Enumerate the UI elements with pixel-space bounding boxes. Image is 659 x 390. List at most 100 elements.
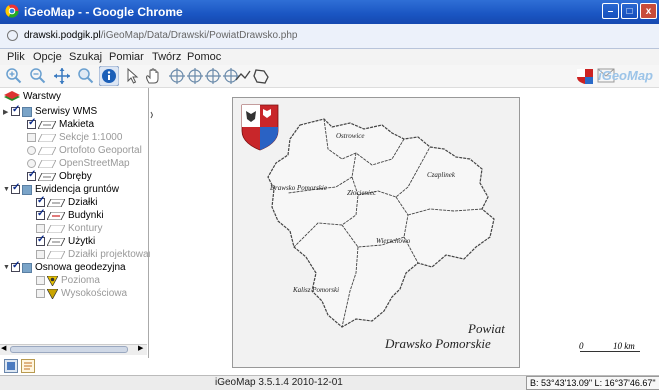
menu-bar: Plik Opcje Szukaj Pomiar Twórz Pomoc	[0, 49, 659, 65]
layer-label: OpenStreetMap	[59, 158, 130, 169]
scale-start-label: 0	[579, 341, 584, 351]
layers-root-icon	[4, 91, 20, 101]
measure-line-icon[interactable]	[186, 67, 204, 85]
layer-label: Działki	[68, 197, 98, 208]
layers-tab-icon[interactable]	[4, 359, 18, 373]
layer-checkbox[interactable]	[36, 234, 45, 246]
polygon-icon[interactable]	[252, 67, 270, 85]
close-button[interactable]: x	[640, 3, 657, 19]
layer-checkbox[interactable]	[27, 117, 36, 129]
measure-point-icon[interactable]	[168, 67, 186, 85]
collapse-arrow-icon[interactable]: ▼	[3, 264, 11, 271]
measure-area-icon[interactable]	[204, 67, 222, 85]
menu-tworz[interactable]: Twórz	[152, 51, 181, 63]
layer-icon	[38, 120, 56, 129]
layer-sekcje[interactable]: Sekcje 1:1000	[27, 131, 122, 144]
map-label-kalisz: Kalisz Pomorski	[293, 286, 340, 294]
layer-label: Wysokościowa	[61, 288, 128, 299]
layer-pozioma[interactable]: Pozioma	[36, 274, 100, 287]
info-icon[interactable]	[99, 66, 119, 86]
layer-icon	[47, 211, 65, 220]
tree-root-label: Warstwy	[23, 91, 61, 102]
scroll-thumb[interactable]	[10, 346, 128, 353]
layer-radio[interactable]	[27, 146, 36, 155]
address-bar[interactable]: drawski.podgik.pl/iGeoMap/Data/Drawski/P…	[0, 24, 659, 49]
district-boundary	[267, 118, 495, 328]
map-caption-name: Drawsko Pomorskie	[385, 336, 491, 351]
url-text[interactable]: drawski.podgik.pl/iGeoMap/Data/Drawski/P…	[24, 30, 297, 41]
layer-kontury[interactable]: Kontury	[36, 222, 102, 235]
layer-checkbox[interactable]	[36, 250, 45, 259]
minimize-button[interactable]: –	[602, 3, 619, 19]
legend-tab-icon[interactable]	[21, 359, 35, 373]
zoom-extent-icon[interactable]	[77, 67, 95, 85]
layer-radio[interactable]	[27, 159, 36, 168]
layer-label: Działki projektowane	[68, 249, 156, 260]
hand-icon[interactable]	[144, 67, 162, 85]
collapse-arrow-icon[interactable]: ▼	[3, 186, 11, 193]
panel-splitter-icon[interactable]	[150, 110, 153, 126]
map-coat-of-arms-icon	[241, 104, 279, 151]
layer-openstreetmap[interactable]: OpenStreetMap	[27, 157, 130, 170]
layer-icon	[47, 224, 65, 233]
triangle-down-icon	[47, 288, 58, 299]
group-icon	[22, 262, 32, 273]
zoom-in-icon[interactable]	[5, 67, 23, 85]
layer-checkbox[interactable]	[27, 169, 36, 181]
layer-label: Osnowa geodezyjna	[35, 262, 126, 273]
expand-arrow-icon[interactable]: ▶	[3, 108, 11, 116]
scale-bar	[580, 351, 640, 352]
layer-label: Serwisy WMS	[35, 106, 98, 117]
layer-ewidencja[interactable]: ▼ Ewidencja gruntów	[3, 182, 119, 196]
menu-pomoc[interactable]: Pomoc	[187, 51, 221, 63]
layer-checkbox[interactable]	[27, 133, 36, 142]
layer-makieta[interactable]: Makieta	[27, 117, 94, 131]
map-label-wierzchowo: Wierzchowo	[376, 237, 411, 245]
layer-wysokosciowa[interactable]: Wysokościowa	[36, 287, 127, 300]
layer-budynki[interactable]: Budynki	[36, 208, 104, 222]
version-text: iGeoMap 3.5.1.4 2010-12-01	[215, 377, 343, 388]
layer-obreby[interactable]: Obręby	[27, 169, 92, 183]
pan-icon[interactable]	[53, 67, 71, 85]
scale-end-label: 10 km	[613, 341, 635, 351]
layer-checkbox[interactable]	[11, 104, 20, 116]
layer-uzytki[interactable]: Użytki	[36, 234, 95, 248]
scroll-left-icon[interactable]: ◀	[1, 344, 6, 352]
layer-dzialki-projektowane[interactable]: Działki projektowane	[36, 248, 156, 261]
menu-pomiar[interactable]: Pomiar	[109, 51, 144, 63]
layer-checkbox[interactable]	[36, 289, 45, 298]
polyline-icon[interactable]	[234, 67, 252, 85]
menu-plik[interactable]: Plik	[7, 51, 25, 63]
layer-ortofoto[interactable]: Ortofoto Geoportal	[27, 144, 142, 157]
layer-checkbox[interactable]	[11, 182, 20, 194]
layer-checkbox[interactable]	[36, 195, 45, 207]
select-arrow-icon[interactable]	[124, 67, 142, 85]
layer-icon	[47, 250, 65, 259]
layer-label: Ortofoto Geoportal	[59, 145, 142, 156]
url-path: /iGeoMap/Data/Drawski/PowiatDrawsko.php	[100, 30, 298, 41]
layers-hscrollbar[interactable]: ◀ ▶	[0, 344, 147, 355]
menu-opcje[interactable]: Opcje	[33, 51, 62, 63]
layer-icon	[38, 133, 56, 142]
brand-logo: iGeoMap	[598, 68, 653, 83]
zoom-out-icon[interactable]	[29, 67, 47, 85]
map-label-drawsko: Drawsko Pomorskie	[270, 184, 327, 192]
layers-panel: Warstwy ▶ Serwisy WMS Makieta Sekcje 1:10…	[0, 88, 156, 358]
page-icon	[7, 30, 18, 41]
scroll-right-icon[interactable]: ▶	[138, 344, 143, 352]
tree-root[interactable]: Warstwy	[3, 90, 61, 103]
layer-checkbox[interactable]	[36, 224, 45, 233]
layer-checkbox[interactable]	[11, 260, 20, 272]
menu-szukaj[interactable]: Szukaj	[69, 51, 102, 63]
layer-osnowa[interactable]: ▼ Osnowa geodezyjna	[3, 260, 126, 274]
layer-icon	[47, 237, 65, 246]
layer-label: Ewidencja gruntów	[35, 184, 119, 195]
layer-label: Obręby	[59, 171, 92, 182]
map-label-zlocieniec: Złocieniec	[347, 189, 377, 197]
layer-serwisy-wms[interactable]: ▶ Serwisy WMS	[3, 104, 98, 118]
coat-of-arms-icon	[577, 69, 593, 84]
layer-checkbox[interactable]	[36, 276, 45, 285]
layer-checkbox[interactable]	[36, 208, 45, 220]
maximize-button[interactable]: □	[621, 3, 638, 19]
layer-label: Sekcje 1:1000	[59, 132, 123, 143]
